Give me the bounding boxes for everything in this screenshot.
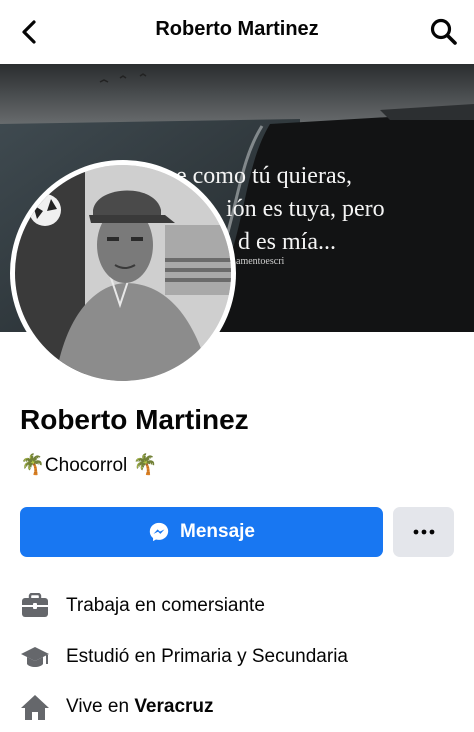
lives-place[interactable]: Veracruz [134, 696, 213, 718]
lives-info-row: Vive en Veracruz [20, 692, 460, 722]
more-options-button[interactable] [393, 507, 454, 557]
messenger-icon [149, 522, 169, 542]
avatar-photo [15, 165, 231, 381]
palm-tree-icon: 🌴 [132, 454, 158, 476]
quote-line-2: ión es tuya, pero [226, 196, 385, 222]
graduation-cap-icon [20, 642, 54, 672]
header-title: Roberto Martinez [155, 18, 319, 40]
top-bar: Roberto Martinez [0, 0, 474, 64]
home-icon [20, 692, 54, 722]
avatar-portrait [15, 165, 231, 381]
briefcase-icon [20, 591, 54, 621]
bio-text: Chocorrol [44, 455, 128, 476]
palm-tree-icon: 🌴 [20, 454, 45, 476]
quote-line-1: e como tú quieras, [176, 163, 352, 189]
message-button-label: Mensaje [180, 521, 255, 542]
education-text: Estudió en Primaria y Secundaria [66, 646, 348, 667]
quote-line-3: d es mía... [238, 229, 336, 255]
search-button[interactable] [428, 16, 460, 48]
profile-avatar[interactable] [10, 160, 236, 386]
work-text: Trabaja en comersiante [66, 595, 265, 616]
more-dots-icon [413, 529, 434, 535]
profile-bio: 🌴Chocorrol 🌴 [20, 452, 157, 477]
work-info-row: Trabaja en comersiante [20, 591, 460, 621]
search-icon [430, 18, 457, 45]
education-info-row: Estudió en Primaria y Secundaria [20, 642, 460, 672]
profile-name: Roberto Martinez [20, 404, 249, 435]
cover-credit: amentoescri [236, 256, 285, 267]
lives-prefix: Vive en [66, 696, 135, 717]
message-button[interactable]: Mensaje [20, 507, 383, 557]
